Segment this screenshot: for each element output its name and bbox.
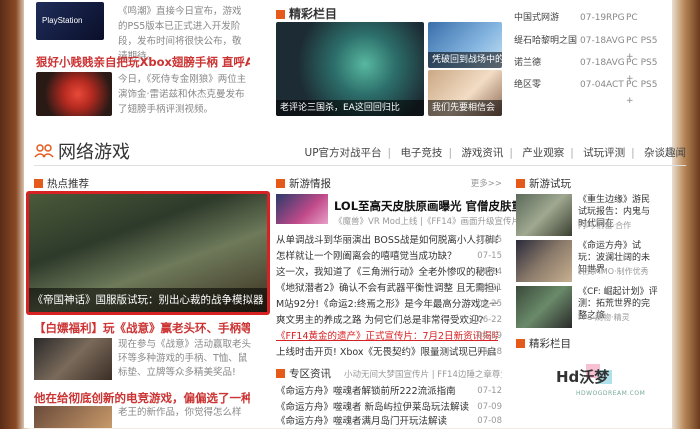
nav-link[interactable]: UP官方对战平台 [305, 147, 382, 159]
trial-thumb[interactable] [516, 240, 572, 282]
users-icon [34, 144, 54, 158]
section-nav: UP官方对战平台 | 电子竞技 | 游戏资讯 | 产业观察 | 试玩评测 | 杂谈趣闻 [304, 147, 686, 159]
trial-sub: 韩式MMO·制作优秀 [578, 267, 649, 276]
section-icon [276, 369, 285, 378]
news-title[interactable]: 他在给彻底创新的电竞游戏，偏偏选了一种最痛的玩法 [34, 390, 250, 406]
jingcai-caption: 凭破回到战场中的 [428, 52, 502, 68]
list-item[interactable]: 《命运方舟》噬魂者满月岛门开玩法解读 07-08 [276, 414, 502, 429]
trial-thumb[interactable] [516, 194, 572, 236]
nav-link[interactable]: 电子竞技 [400, 147, 442, 159]
nav-link[interactable]: 产业观察 [522, 147, 564, 159]
game-row[interactable]: 中国式网游 07-19 RPG PC [514, 10, 664, 26]
list-item[interactable]: 爽文男主的养成之路 为何它们总是非常得受欢迎? 06-22 [276, 313, 502, 328]
jingcai-image-3[interactable]: 我们先要相信会 [428, 70, 502, 116]
zhuanqu-header: 专区资讯 [276, 366, 331, 381]
nav-link[interactable]: 游戏资讯 [461, 147, 503, 159]
trial-sub: 内鸣·射击·合作 [578, 221, 632, 230]
hot-caption: 《帝国神话》国服版试玩：别出心裁的战争模拟器 [29, 288, 267, 312]
new-trial-header: 新游试玩 [516, 176, 571, 191]
jingcai-image-2[interactable]: 凭破回到战场中的 [428, 22, 502, 68]
section-icon [34, 179, 43, 188]
list-item-highlight[interactable]: 《FF14黄金的遗产》正式宣传片：7月2日新资讯揭晓! 06-19 [276, 329, 502, 344]
news-thumb[interactable] [34, 406, 112, 428]
hot-feature-card[interactable]: 《帝国神话》国服版试玩：别出心裁的战争模拟器 [26, 191, 270, 315]
watermark-sub: HDWOGDREAM.COM [576, 390, 646, 397]
list-item[interactable]: 上线时击开页! Xbox《无畏契约》限量测试现已开启 06-18 [276, 345, 502, 360]
news-text: 今日，《死侍专金刚狼》两位主演饰金·雷诺兹和休杰克曼发布了翅膀手柄评测视频。 [118, 74, 247, 115]
xinzhi-feature-thumb[interactable] [276, 194, 328, 224]
news-thumb[interactable] [34, 338, 112, 380]
nav-link[interactable]: 杂谈趣闻 [644, 147, 686, 159]
jingcai-header: 精彩栏目 [276, 5, 520, 22]
jingcai-caption: 老评论三国杀，EA这回回归比 [276, 100, 424, 116]
list-item[interactable]: 《命运方舟》噬魂者 新岛屿拉伊莱岛玩法解读 07-09 [276, 400, 502, 415]
controller-thumb[interactable] [36, 72, 112, 116]
xinzhi-feature-title[interactable]: LOL至高天皮肤原画曝光 官僧皮肤重做 [334, 198, 535, 214]
news-title[interactable]: 【白嫖福利】玩《战意》赢老头环、手柄等好礼 [34, 320, 250, 336]
watermark-logo: Hd沃梦 [556, 368, 610, 386]
game-row[interactable]: 缇石哈黎明之国 07-18 AVG PC PS5 + [514, 33, 664, 62]
news-text: 老王的新作品，你觉得怎么样 [118, 407, 242, 418]
jingcai-right-header: 精彩栏目 [516, 336, 571, 351]
xinzhi-header: 新游情报 [276, 176, 331, 191]
hot-header: 热点推荐 [34, 176, 89, 191]
section-icon [516, 339, 525, 348]
list-item[interactable]: M站92分!《命运2:终焉之形》是今年最高分游戏之一 06-25 [276, 297, 502, 312]
game-row[interactable]: 绝区零 07-04 ACT PC PS5 + [514, 77, 664, 106]
list-item[interactable]: 《地狱潜者2》确认不会有武器平衡性调整 且无需担心 06-21 [276, 281, 502, 296]
trial-sub: FPS·刷物·精灵 [578, 313, 630, 322]
playstation-thumb[interactable]: PlayStation [36, 2, 104, 40]
zhuanqu-sub[interactable]: 小动无间大梦国宣传片 | FF14边陲之章尊贵3.1 [344, 368, 502, 380]
nav-link[interactable]: 试玩评测 [583, 147, 625, 159]
section-icon [276, 10, 285, 19]
list-item[interactable]: 怎样就让一个刚阖离会的嘻嘻觉当成功缺？ 07-15 [276, 249, 502, 264]
list-item[interactable]: 从单调战斗到华丽演出 BOSS战是如何脱离小人打脚的 07-15 [276, 233, 502, 248]
jingcai-caption: 我们先要相信会 [428, 100, 502, 116]
section-title: 网络游戏 [58, 142, 130, 163]
list-item[interactable]: 《命运方舟》噬魂者解锁前所222流派指南 07-12 [276, 384, 502, 399]
news-text: 现在参与《战意》活动赢取老头环等多种游戏的手柄、T恤、鼠标垫、立牌等众多精美奖品… [118, 339, 252, 378]
section-icon [276, 179, 285, 188]
more-link[interactable]: 更多>> [471, 177, 502, 189]
section-icon [516, 179, 525, 188]
jingcai-main-image[interactable]: 老评论三国杀，EA这回回归比 [276, 22, 424, 116]
xinzhi-feature-sub[interactable]: 《魔兽》VR Mod上线 |《FF14》画面升级宣传片 [334, 215, 520, 227]
divider [34, 165, 686, 166]
list-item[interactable]: 这一次，我知道了《三角洲行动》全老外惨叹的秘密! 06-24 [276, 265, 502, 280]
game-row[interactable]: 诺兰德 07-18 AVG PC PS5 + [514, 55, 664, 84]
trial-thumb[interactable] [516, 286, 572, 328]
news-title[interactable]: 狠好小贱贱亲自把玩Xbox翅膀手柄 直呼Amazing! [36, 54, 250, 70]
